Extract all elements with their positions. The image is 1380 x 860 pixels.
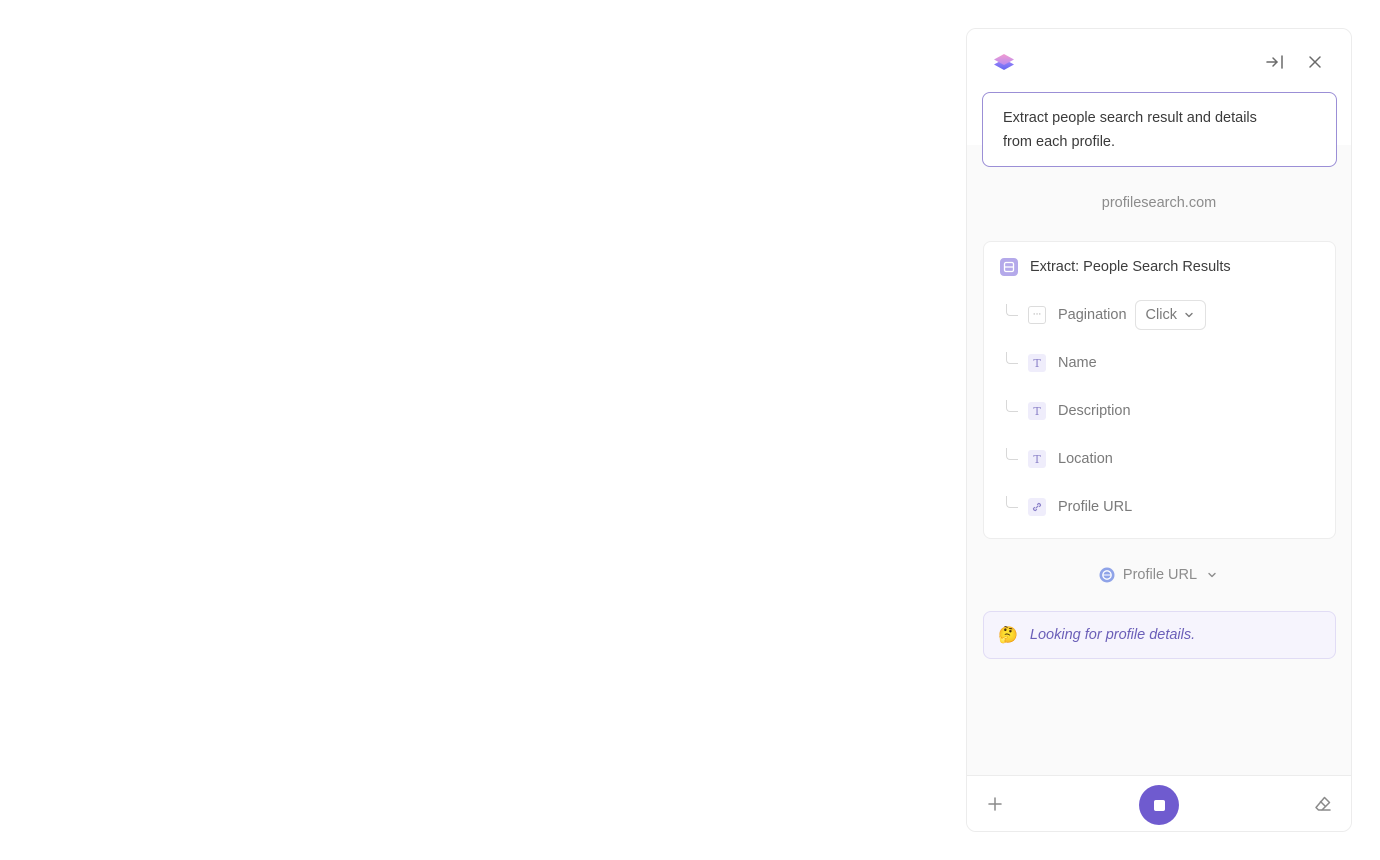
link-icon <box>1028 498 1046 516</box>
tree-connector <box>1006 304 1018 316</box>
site-label: profilesearch.com <box>1101 195 1217 211</box>
field-row: T Description <box>1006 396 1131 426</box>
thinking-emoji-icon: 🤔 <box>998 627 1018 644</box>
prompt-message[interactable]: Extract people search result and details… <box>982 92 1337 167</box>
more-dots-icon: ··· <box>1028 306 1046 324</box>
globe-icon <box>1099 567 1115 583</box>
close-icon[interactable] <box>1303 50 1327 74</box>
eraser-icon[interactable] <box>1311 792 1335 816</box>
field-row: T Name <box>1006 348 1097 378</box>
field-label: Location <box>1058 451 1113 467</box>
field-label: Name <box>1058 355 1097 371</box>
text-icon: T <box>1028 354 1046 372</box>
stop-button[interactable] <box>1139 785 1179 825</box>
assistant-panel: Extract people search result and details… <box>966 28 1352 832</box>
extract-header: Extract: People Search Results <box>1000 257 1231 277</box>
navigate-profile-url-toggle[interactable]: Profile URL <box>967 563 1351 587</box>
extract-title: Extract: People Search Results <box>1030 259 1231 275</box>
pagination-select[interactable]: Click <box>1134 300 1206 330</box>
navigate-label: Profile URL <box>1122 567 1198 583</box>
pagination-value: Click <box>1145 307 1177 323</box>
tree-connector <box>1006 352 1018 364</box>
text-icon: T <box>1028 450 1046 468</box>
stop-icon <box>1153 799 1165 811</box>
tree-connector <box>1006 496 1018 508</box>
chevron-down-icon <box>1208 572 1216 578</box>
status-message: 🤔 Looking for profile details. <box>983 611 1336 659</box>
text-icon: T <box>1028 402 1046 420</box>
collapse-right-icon[interactable] <box>1263 50 1287 74</box>
footer-bar <box>967 775 1351 831</box>
field-label: Profile URL <box>1058 499 1133 515</box>
table-icon <box>1000 258 1018 276</box>
field-row: T Location <box>1006 444 1113 474</box>
field-row: Profile URL <box>1006 492 1132 522</box>
plus-icon[interactable] <box>983 792 1007 816</box>
status-text: Looking for profile details. <box>1029 627 1196 643</box>
chevron-down-icon <box>1185 312 1193 318</box>
extract-card: Extract: People Search Results ··· Pagin… <box>983 241 1336 539</box>
tree-connector <box>1006 448 1018 460</box>
field-label: Description <box>1058 403 1131 419</box>
layers-logo-icon <box>992 51 1016 75</box>
field-row-pagination: ··· Pagination Click <box>1006 300 1206 330</box>
tree-connector <box>1006 400 1018 412</box>
field-label: Pagination <box>1058 307 1127 323</box>
